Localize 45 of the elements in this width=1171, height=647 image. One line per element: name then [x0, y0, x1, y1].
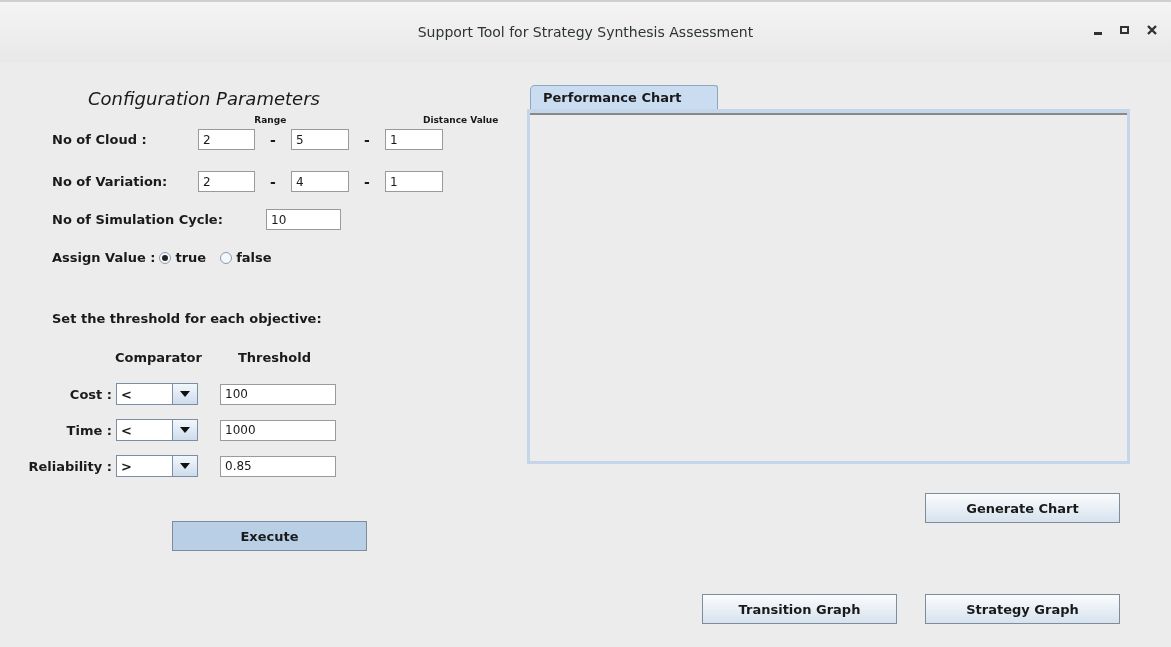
- field-label: Cost :: [68, 386, 113, 402]
- generate-chart-button[interactable]: Generate Chart: [925, 493, 1120, 523]
- column-header: Threshold: [238, 350, 312, 365]
- input-field[interactable]: 4: [291, 171, 349, 192]
- comparator-dropdown[interactable]: <: [116, 419, 198, 441]
- section-label: Set the threshold for each objective:: [52, 311, 322, 326]
- input-field[interactable]: 1: [385, 171, 443, 192]
- field-label: No of Cloud :: [52, 132, 148, 147]
- maximize-icon[interactable]: [1120, 25, 1129, 34]
- chart-tab[interactable]: Performance Chart: [530, 85, 718, 109]
- separator-dash: -: [363, 131, 371, 148]
- input-field[interactable]: 1000: [220, 419, 336, 441]
- field-label: Time :: [65, 422, 113, 438]
- execute-button[interactable]: Execute: [172, 521, 367, 551]
- distance-header: Distance Value: [422, 115, 500, 125]
- separator-dash: -: [363, 173, 371, 190]
- window-title: Support Tool for Strategy Synthesis Assessment: [417, 24, 754, 40]
- comparator-dropdown[interactable]: <: [116, 383, 198, 405]
- close-icon[interactable]: [1147, 24, 1157, 35]
- radio-label: false: [236, 250, 272, 265]
- graph-button[interactable]: Transition Graph: [702, 594, 897, 624]
- radio-button[interactable]: [220, 251, 233, 264]
- separator-dash: -: [269, 131, 277, 148]
- input-field[interactable]: 100: [220, 383, 336, 405]
- graph-button[interactable]: Strategy Graph: [925, 594, 1120, 624]
- column-header: Comparator: [115, 350, 203, 365]
- input-field[interactable]: 0.85: [220, 455, 336, 477]
- field-label: Assign Value :: [52, 250, 156, 265]
- field-label: Reliability :: [27, 458, 113, 474]
- field-label: No of Simulation Cycle:: [52, 212, 224, 227]
- section-heading: Configuration Parameters: [88, 88, 321, 109]
- caret-icon: [180, 463, 190, 469]
- input-field[interactable]: 5: [291, 129, 349, 150]
- caret-icon: [180, 427, 190, 433]
- input-field[interactable]: 1: [385, 129, 443, 150]
- field-label: No of Variation:: [52, 174, 169, 189]
- separator-dash: -: [269, 173, 277, 190]
- caret-icon: [180, 391, 190, 397]
- input-field[interactable]: 2: [198, 129, 255, 150]
- input-field[interactable]: 10: [266, 209, 341, 230]
- comparator-dropdown[interactable]: >: [116, 455, 198, 477]
- radio-button[interactable]: [159, 251, 172, 264]
- radio-label: true: [175, 250, 207, 265]
- range-header: Range: [254, 115, 288, 125]
- input-field[interactable]: 2: [198, 171, 255, 192]
